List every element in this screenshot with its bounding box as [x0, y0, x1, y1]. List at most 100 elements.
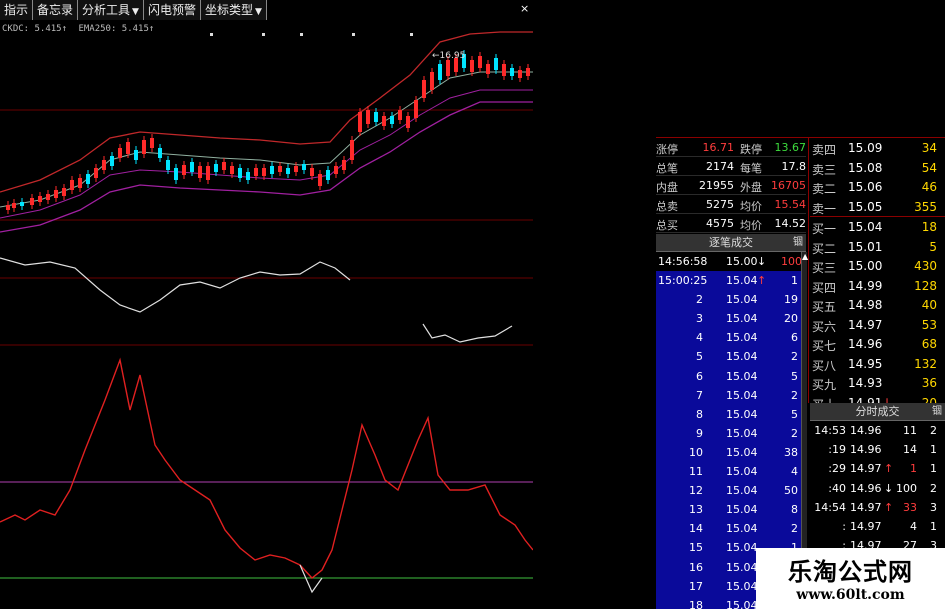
pin-icon[interactable]: 锢 — [932, 403, 942, 421]
tick-row[interactable]: 6 15.04 5 — [656, 367, 806, 386]
candle-body — [86, 174, 90, 184]
indicator-button[interactable]: 指示 — [0, 0, 34, 20]
analysis-tools-menu[interactable]: 分析工具 ▼ — [78, 0, 144, 20]
scroll-up-icon[interactable]: ▲ — [802, 252, 808, 261]
quote-label: 总笔 — [656, 162, 678, 175]
candle-body — [198, 166, 202, 178]
pin-icon[interactable]: 锢 — [793, 234, 803, 252]
tick-row[interactable]: 9 15.04 2 — [656, 424, 806, 443]
minute-count: 1 — [930, 462, 937, 476]
candle-body — [190, 162, 194, 172]
minute-row[interactable]: :29 14.97 ↑ 1 1 — [810, 459, 945, 478]
tick-row[interactable]: 10 15.04 38 — [656, 443, 806, 462]
candle-body — [158, 148, 162, 158]
candle-body — [334, 166, 338, 174]
tick-price: 15.00 — [726, 255, 758, 268]
flash-alert-button[interactable]: 闪电预警 — [143, 0, 201, 20]
candle-body — [510, 68, 514, 76]
ema250-value: EMA250: 5.415↑ — [78, 24, 155, 34]
candle-body — [102, 160, 106, 170]
tick-row[interactable]: 12 15.04 50 — [656, 481, 806, 500]
tick-row[interactable]: 8 15.04 5 — [656, 405, 806, 424]
tick-volume: 20 — [784, 312, 798, 326]
ask-price: 15.09 — [848, 141, 883, 155]
tick-row[interactable]: 11 15.04 4 — [656, 462, 806, 481]
chevron-down-icon: ▼ — [255, 7, 262, 17]
bid-row: 买二 15.01 5 — [810, 237, 945, 257]
tick-row[interactable]: 5 15.04 2 — [656, 347, 806, 366]
bid-volume: 36 — [921, 376, 937, 390]
candle-body — [470, 60, 474, 72]
quote-row: 涨停 16.71 跌停 13.67 — [656, 138, 806, 157]
panel-divider — [808, 138, 809, 403]
ask-label: 卖二 — [812, 182, 837, 196]
bid-row: 买四 14.99 128 — [810, 276, 945, 296]
bid-volume: 128 — [914, 278, 937, 293]
event-marker-icon — [300, 33, 303, 36]
oscillator-line — [422, 323, 513, 343]
tick-volume: 5 — [791, 369, 798, 383]
ask-label: 卖四 — [812, 143, 837, 157]
candle-body — [390, 116, 394, 124]
tick-row[interactable]: 13 15.04 8 — [656, 500, 806, 519]
bid-label: 买八 — [812, 358, 837, 373]
candle-body — [302, 164, 306, 170]
minute-row[interactable]: 14:54 14.97 ↑ 33 3 — [810, 498, 945, 517]
quote-panel: 涨停 16.71 跌停 13.67 总笔 2174 每笔 17.8 内盘 21955 外盘 16705… — [656, 138, 806, 233]
tick-row[interactable]: 4 15.04 6 — [656, 328, 806, 347]
event-marker-icon — [410, 33, 413, 36]
tick-index: 16 — [689, 560, 703, 574]
minute-time: 14:53 — [814, 424, 846, 437]
up-arrow-icon: ↑ — [884, 462, 894, 476]
quote-label: 均价 — [740, 200, 762, 213]
oscillator-line — [0, 257, 351, 313]
up-arrow-icon: ↑ — [757, 274, 767, 288]
event-marker-icon — [210, 33, 213, 36]
minute-row[interactable]: :19 14.96 14 1 — [810, 440, 945, 459]
bid-label: 买三 — [812, 261, 837, 275]
tick-price: 15.04 — [726, 407, 758, 421]
minute-trades-list[interactable]: 14:53 14.96 11 2:19 14.96 14 1:29 14.97 ↑ 1 1:40 14… — [810, 421, 945, 561]
minute-time: 14:54 — [814, 500, 846, 514]
minute-row[interactable]: :14.97 4 1 — [810, 517, 945, 536]
minute-volume: 14 — [903, 443, 917, 457]
memo-button[interactable]: 备忘录 — [33, 0, 79, 20]
candle-body — [270, 166, 274, 174]
indicator-legend: CKDC: 5.415↑ EMA250: 5.415↑ — [2, 24, 160, 34]
tick-row[interactable]: 15:00:25 15.04 ↑ 1 — [656, 271, 806, 290]
tick-trades-header[interactable]: 逐笔成交 锢 — [656, 234, 806, 252]
tick-row[interactable]: 2 15.04 19 — [656, 290, 806, 309]
minute-row[interactable]: 14:53 14.96 11 2 — [810, 421, 945, 440]
quote-row: 内盘 21955 外盘 16705 — [656, 176, 806, 195]
minute-count: 3 — [930, 500, 937, 514]
tick-volume: 5 — [791, 407, 798, 421]
close-icon[interactable]: × — [520, 2, 529, 15]
tick-index: 6 — [696, 369, 703, 383]
quote-value: 16705 — [771, 179, 806, 192]
up-arrow-icon: ↑ — [884, 500, 894, 514]
quote-label: 总买 — [656, 219, 678, 232]
quote-label: 总卖 — [656, 200, 678, 213]
axis-type-menu[interactable]: 坐标类型 ▼ — [200, 0, 267, 20]
bid-label: 买六 — [812, 319, 837, 334]
kline-chart[interactable]: ←16.95 CKDC: 5.415↑ EMA250: 5.415↑ — [0, 20, 534, 609]
ask-row: 卖一 15.05 355 — [810, 197, 945, 217]
bid-row: 买一 15.04 18 — [810, 217, 945, 237]
minute-trades-header[interactable]: 分时成交 锢 — [810, 403, 945, 421]
candle-body — [54, 190, 58, 198]
tick-row[interactable]: 7 15.04 2 — [656, 386, 806, 405]
tick-row[interactable]: 3 15.04 20 — [656, 309, 806, 328]
candle-body — [142, 140, 146, 154]
tick-row[interactable]: 14 15.04 2 — [656, 519, 806, 538]
tick-row[interactable]: 14:56:58 15.00 ↓ 100 — [656, 252, 806, 271]
tick-price: 15.04 — [726, 293, 758, 307]
bid-row: 买三 15.00 430 — [810, 256, 945, 276]
candle-body — [518, 70, 522, 78]
bid-price: 15.00 — [848, 259, 883, 273]
bid-volume: 53 — [921, 317, 937, 332]
minute-row[interactable]: :40 14.96 ↓ 100 2 — [810, 479, 945, 498]
candle-body — [358, 112, 362, 132]
candle-body — [6, 205, 10, 210]
tick-index: 14 — [689, 522, 703, 536]
bid-row: 买六 14.97 53 — [810, 315, 945, 335]
